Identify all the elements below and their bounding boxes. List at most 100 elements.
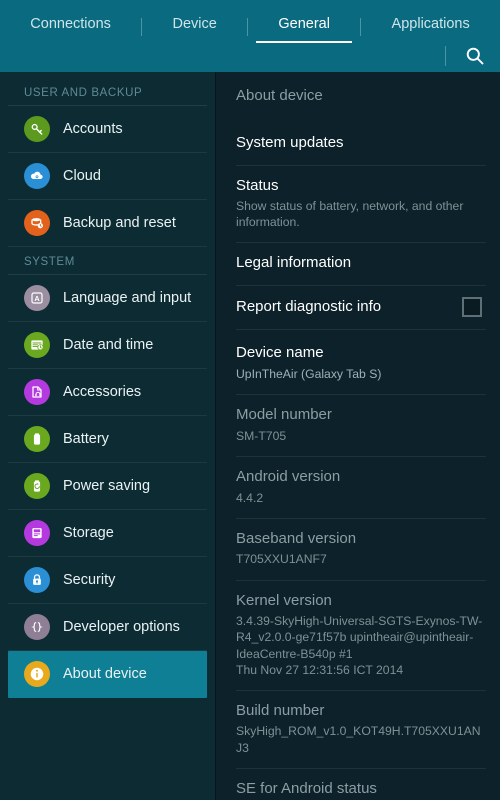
row-title: Model number [236,406,332,424]
row-text: Baseband version T705XXU1ANF7 [236,530,486,568]
sidebar-item-battery[interactable]: Battery [8,416,207,463]
sidebar-section-header: SYSTEM [8,247,207,275]
sidebar-item-power-saving[interactable]: Power saving [8,463,207,510]
power-saving-icon [33,480,41,492]
search-icon [466,47,484,65]
sidebar-item-label: Security [63,572,116,588]
sidebar-item-label: Storage [63,525,114,541]
sidebar-item-label: Date and time [63,337,154,353]
tab-connections[interactable]: Connections [0,7,141,40]
date-time-icon [31,340,44,351]
cloud-icon [30,171,43,180]
row-status[interactable]: Status Show status of battery, network, a… [236,166,486,244]
top-tab-bar: Connections Device General Applications [0,0,500,72]
row-text: Status Show status of battery, network, a… [236,177,486,231]
sidebar-item-developer-options[interactable]: Developer options [8,604,207,651]
storage-icon [24,520,50,546]
row-kernel-version[interactable]: Kernel version 3.4.39-SkyHigh-Universal-S… [236,581,486,691]
backup-reset-icon [24,210,50,236]
row-title: Baseband version [236,529,357,547]
page-title: About device [236,72,486,120]
sidebar-item-about-device[interactable]: About device [8,651,207,698]
content-area: USER AND BACKUP Accounts Cloud Backup and r… [0,72,500,800]
sidebar-item-label: Power saving [63,478,151,494]
about-device-panel: About device System updates Status Show st… [216,72,500,800]
cloud-icon [24,163,50,189]
row-subtitle: SkyHigh_ROM_v1.0_KOT49H.T705XXU1ANJ3 [236,724,481,755]
settings-screen: Connections Device General Applications USE… [0,0,500,800]
row-se-for-android-status[interactable]: SE for Android statusPermissive [236,769,486,800]
sidebar-item-label: Language and input [63,290,192,306]
page-title-label: About device [236,87,323,104]
row-text: Device name UpInTheAir (Galaxy Tab S) [236,344,486,382]
row-subtitle: UpInTheAir (Galaxy Tab S) [236,366,382,381]
sidebar-item-accounts[interactable]: Accounts [8,106,207,153]
row-subtitle: 4.4.2 [236,490,264,505]
date-time-icon [24,332,50,358]
row-title: Report diagnostic info [236,297,382,315]
search-button[interactable] [458,41,492,71]
tab-device[interactable]: Device [142,7,247,40]
sidebar-item-label: About device [63,666,147,682]
sidebar-item-label: Backup and reset [63,215,176,231]
row-title: Build number [236,701,325,719]
row-build-number[interactable]: Build number SkyHigh_ROM_v1.0_KOT49H.T705… [236,691,486,769]
tab-applications[interactable]: Applications [361,7,500,40]
battery-icon [24,426,50,452]
report-diagnostic-checkbox[interactable] [462,297,482,318]
developer-options-icon [24,614,50,640]
row-report-diagnostic-info[interactable]: Report diagnostic info [236,286,486,331]
tab-list: Connections Device General Applications [0,0,500,43]
sidebar-item-label: Accessories [63,384,142,400]
key-icon [24,116,50,142]
accessories-icon [32,386,42,398]
developer-options-icon [31,622,43,632]
svg-text:A: A [34,294,40,303]
row-text: Android version 4.4.2 [236,468,486,506]
row-text: Report diagnostic info [236,298,381,317]
sidebar-item-accessories[interactable]: Accessories [8,369,207,416]
sidebar-item-backup-and-reset[interactable]: Backup and reset [8,200,207,247]
sidebar-item-security[interactable]: Security [8,557,207,604]
row-model-number[interactable]: Model number SM-T705 [236,395,486,457]
sidebar-item-label: Cloud [63,168,101,184]
language-input-icon: A [24,285,50,311]
backup-reset-icon [31,218,43,229]
sidebar-section-header: USER AND BACKUP [8,78,207,106]
row-android-version[interactable]: Android version 4.4.2 [236,457,486,519]
info-icon [30,667,44,681]
row-subtitle: 3.4.39-SkyHigh-Universal-SGTS-Exynos-TW-… [236,614,483,677]
accessories-icon [24,379,50,405]
row-device-name[interactable]: Device name UpInTheAir (Galaxy Tab S) [236,330,486,396]
sidebar-item-label: Accounts [63,121,123,137]
row-subtitle: T705XXU1ANF7 [236,552,327,567]
key-icon [31,123,43,135]
row-system-updates[interactable]: System updates [236,120,486,166]
settings-row-list: System updates Status Show status of batte… [236,120,486,800]
row-subtitle: Show status of battery, network, and oth… [236,199,464,230]
storage-icon [32,528,42,539]
row-text: Model number SM-T705 [236,406,486,444]
row-legal-information[interactable]: Legal information [236,243,486,287]
row-baseband-version[interactable]: Baseband version T705XXU1ANF7 [236,519,486,581]
info-icon [24,661,50,687]
row-title: Kernel version [236,591,332,609]
sidebar-item-language-and-input[interactable]: A Language and input [8,275,207,322]
row-title: Status [236,176,279,194]
power-saving-icon [24,473,50,499]
tab-general[interactable]: General [248,7,360,43]
sidebar-item-storage[interactable]: Storage [8,510,207,557]
row-title: System updates [236,133,344,151]
row-text: SE for Android statusPermissive [236,780,486,800]
settings-sidebar[interactable]: USER AND BACKUP Accounts Cloud Backup and r… [0,72,216,800]
row-title: Legal information [236,254,352,272]
topbar-actions [445,40,500,72]
language-input-icon: A [31,292,43,304]
lock-icon [24,567,50,593]
row-subtitle: SM-T705 [236,428,287,443]
sidebar-item-date-and-time[interactable]: Date and time [8,322,207,369]
row-title: SE for Android status [236,779,377,797]
row-title: Android version [236,467,341,485]
row-text: Kernel version 3.4.39-SkyHigh-Universal-S… [236,592,486,678]
sidebar-item-cloud[interactable]: Cloud [8,153,207,200]
